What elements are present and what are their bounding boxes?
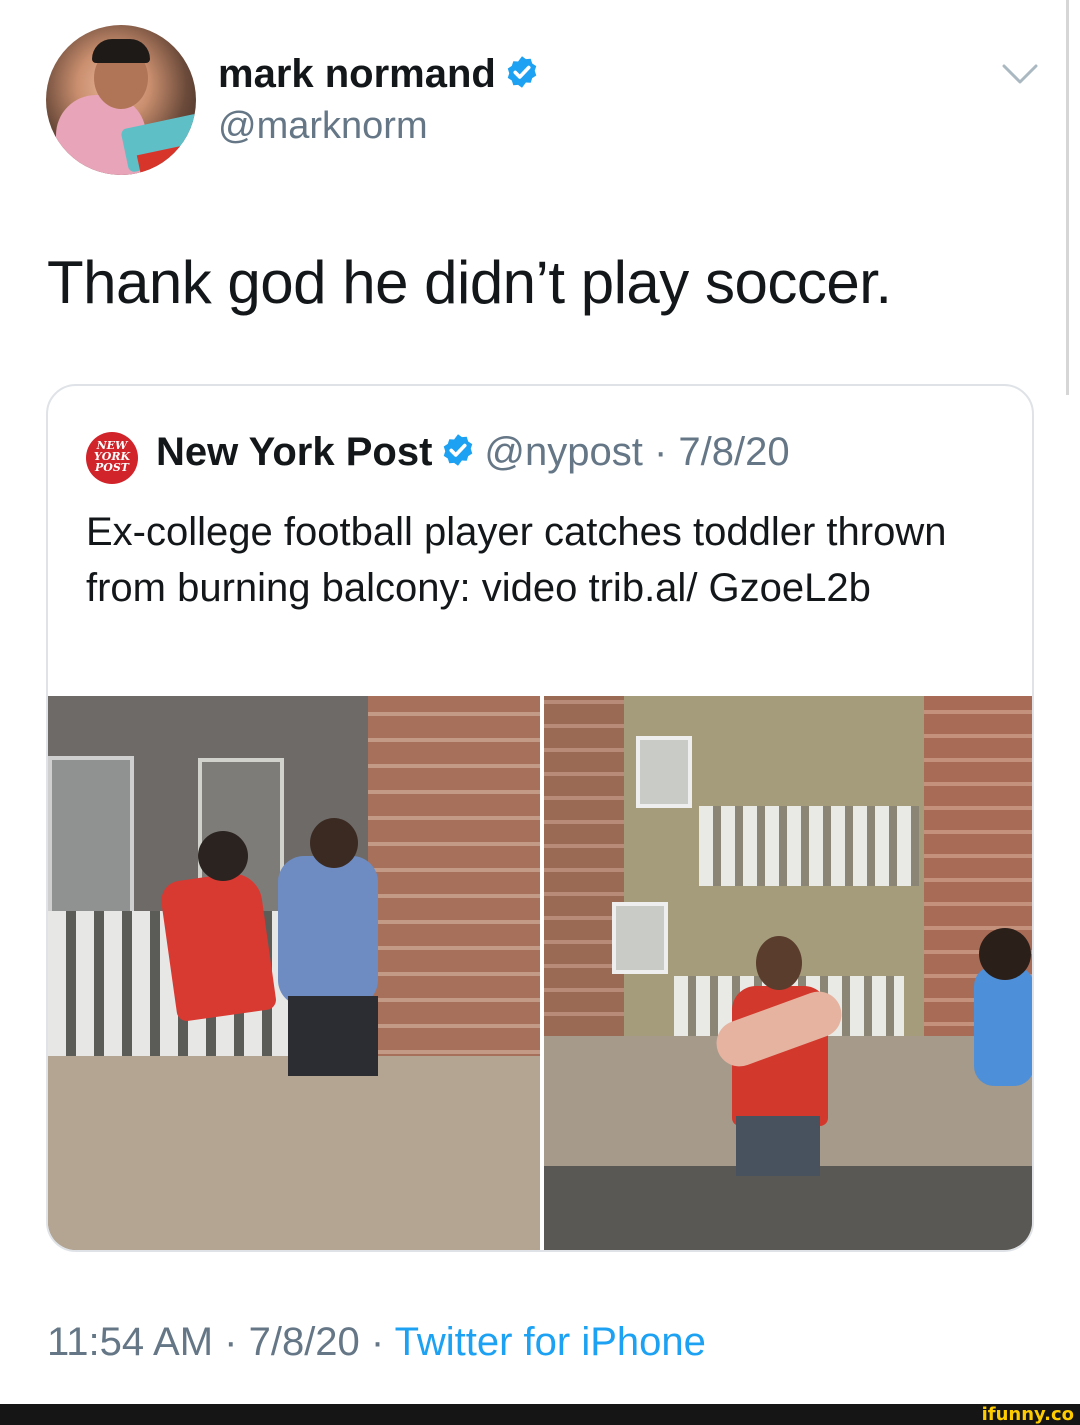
ifunny-watermark: ifunny.co <box>981 1404 1074 1425</box>
quoted-author-name[interactable]: New York Post <box>156 430 432 474</box>
author-handle[interactable]: @marknorm <box>218 105 428 148</box>
quoted-tweet-text: Ex-college football player catches toddl… <box>86 510 947 610</box>
media-photo-right[interactable] <box>544 696 1032 1250</box>
verified-badge-icon <box>507 56 537 89</box>
tweet-screenshot: mark normand @marknorm Thank god he didn… <box>0 0 1080 1425</box>
quoted-handle-date: @nypost · 7/8/20 <box>484 430 790 474</box>
watermark-bar: ifunny.co <box>0 1404 1080 1425</box>
scroll-indicator <box>1066 0 1069 395</box>
quoted-media-grid <box>48 696 1032 1250</box>
author-avatar[interactable] <box>46 25 196 175</box>
media-photo-left[interactable] <box>48 696 540 1250</box>
verified-badge-icon <box>444 434 473 467</box>
logo-line-3: POST <box>95 461 129 474</box>
quoted-tweet-header: New York Post @nypost · 7/8/20 <box>156 430 790 475</box>
quoted-tweet-card[interactable]: NEW YORK POST New York Post @nypost · 7/… <box>46 384 1034 1252</box>
tweet-timestamp[interactable]: 11:54 AM · 7/8/20 · <box>47 1320 395 1364</box>
tweet-source-link[interactable]: Twitter for iPhone <box>395 1320 706 1364</box>
chevron-down-icon[interactable] <box>1000 58 1040 88</box>
tweet-timestamp-row: 11:54 AM · 7/8/20 · Twitter for iPhone <box>47 1320 706 1365</box>
author-name-row[interactable]: mark normand <box>218 52 540 97</box>
tweet-text: Thank god he didn’t play soccer. <box>47 249 892 316</box>
nypost-logo-icon: NEW YORK POST <box>86 432 138 484</box>
author-name[interactable]: mark normand <box>218 52 496 96</box>
